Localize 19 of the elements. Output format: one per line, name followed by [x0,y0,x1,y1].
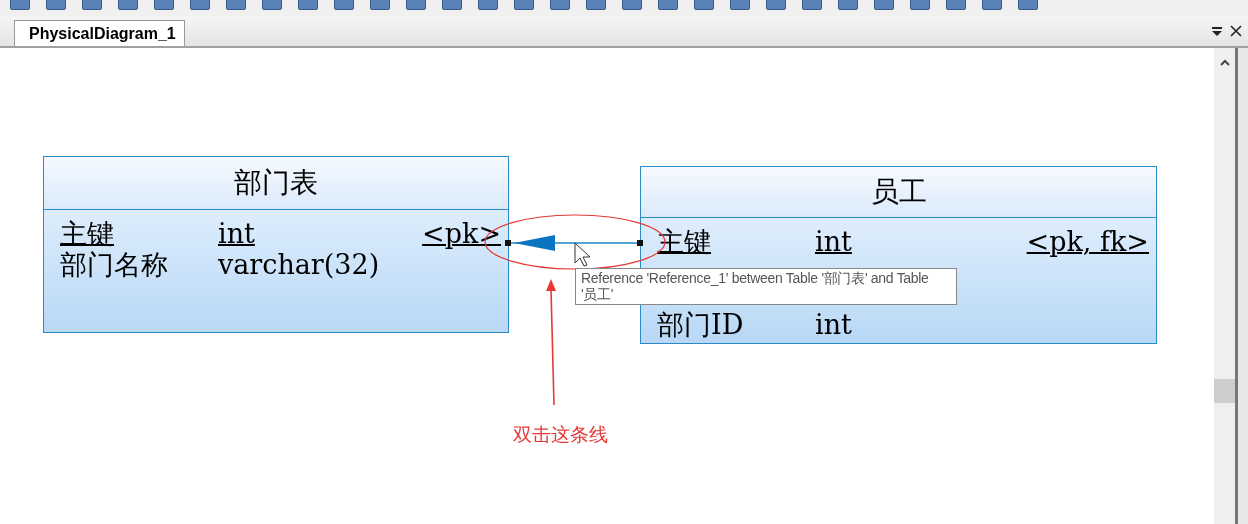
column-type: int [815,226,853,257]
scroll-up-icon[interactable] [1219,58,1231,68]
dropdown-icon[interactable] [1210,24,1224,38]
annotation-text: 双击这条线 [513,423,608,447]
diagram-tab[interactable]: PhysicalDiagram_1 [14,20,185,46]
column-type: int [218,218,256,249]
table-name: 部门表 [234,165,318,201]
column-type: int [815,309,853,340]
cursor-icon [574,242,592,268]
column-key: <pk, fk> [1026,226,1149,257]
tooltip: Reference 'Reference_1' between Table '部门表' and Table '员工' [575,268,957,305]
column-type: varchar(32) [218,249,381,280]
column-name: 部门名称 [60,249,169,280]
column-name: 主键 [60,218,115,249]
vertical-scrollbar[interactable] [1214,48,1235,524]
table-name: 员工 [870,174,927,210]
close-icon[interactable] [1229,24,1243,38]
column-name: 部门ID [657,309,745,340]
scroll-thumb[interactable] [1214,379,1235,403]
